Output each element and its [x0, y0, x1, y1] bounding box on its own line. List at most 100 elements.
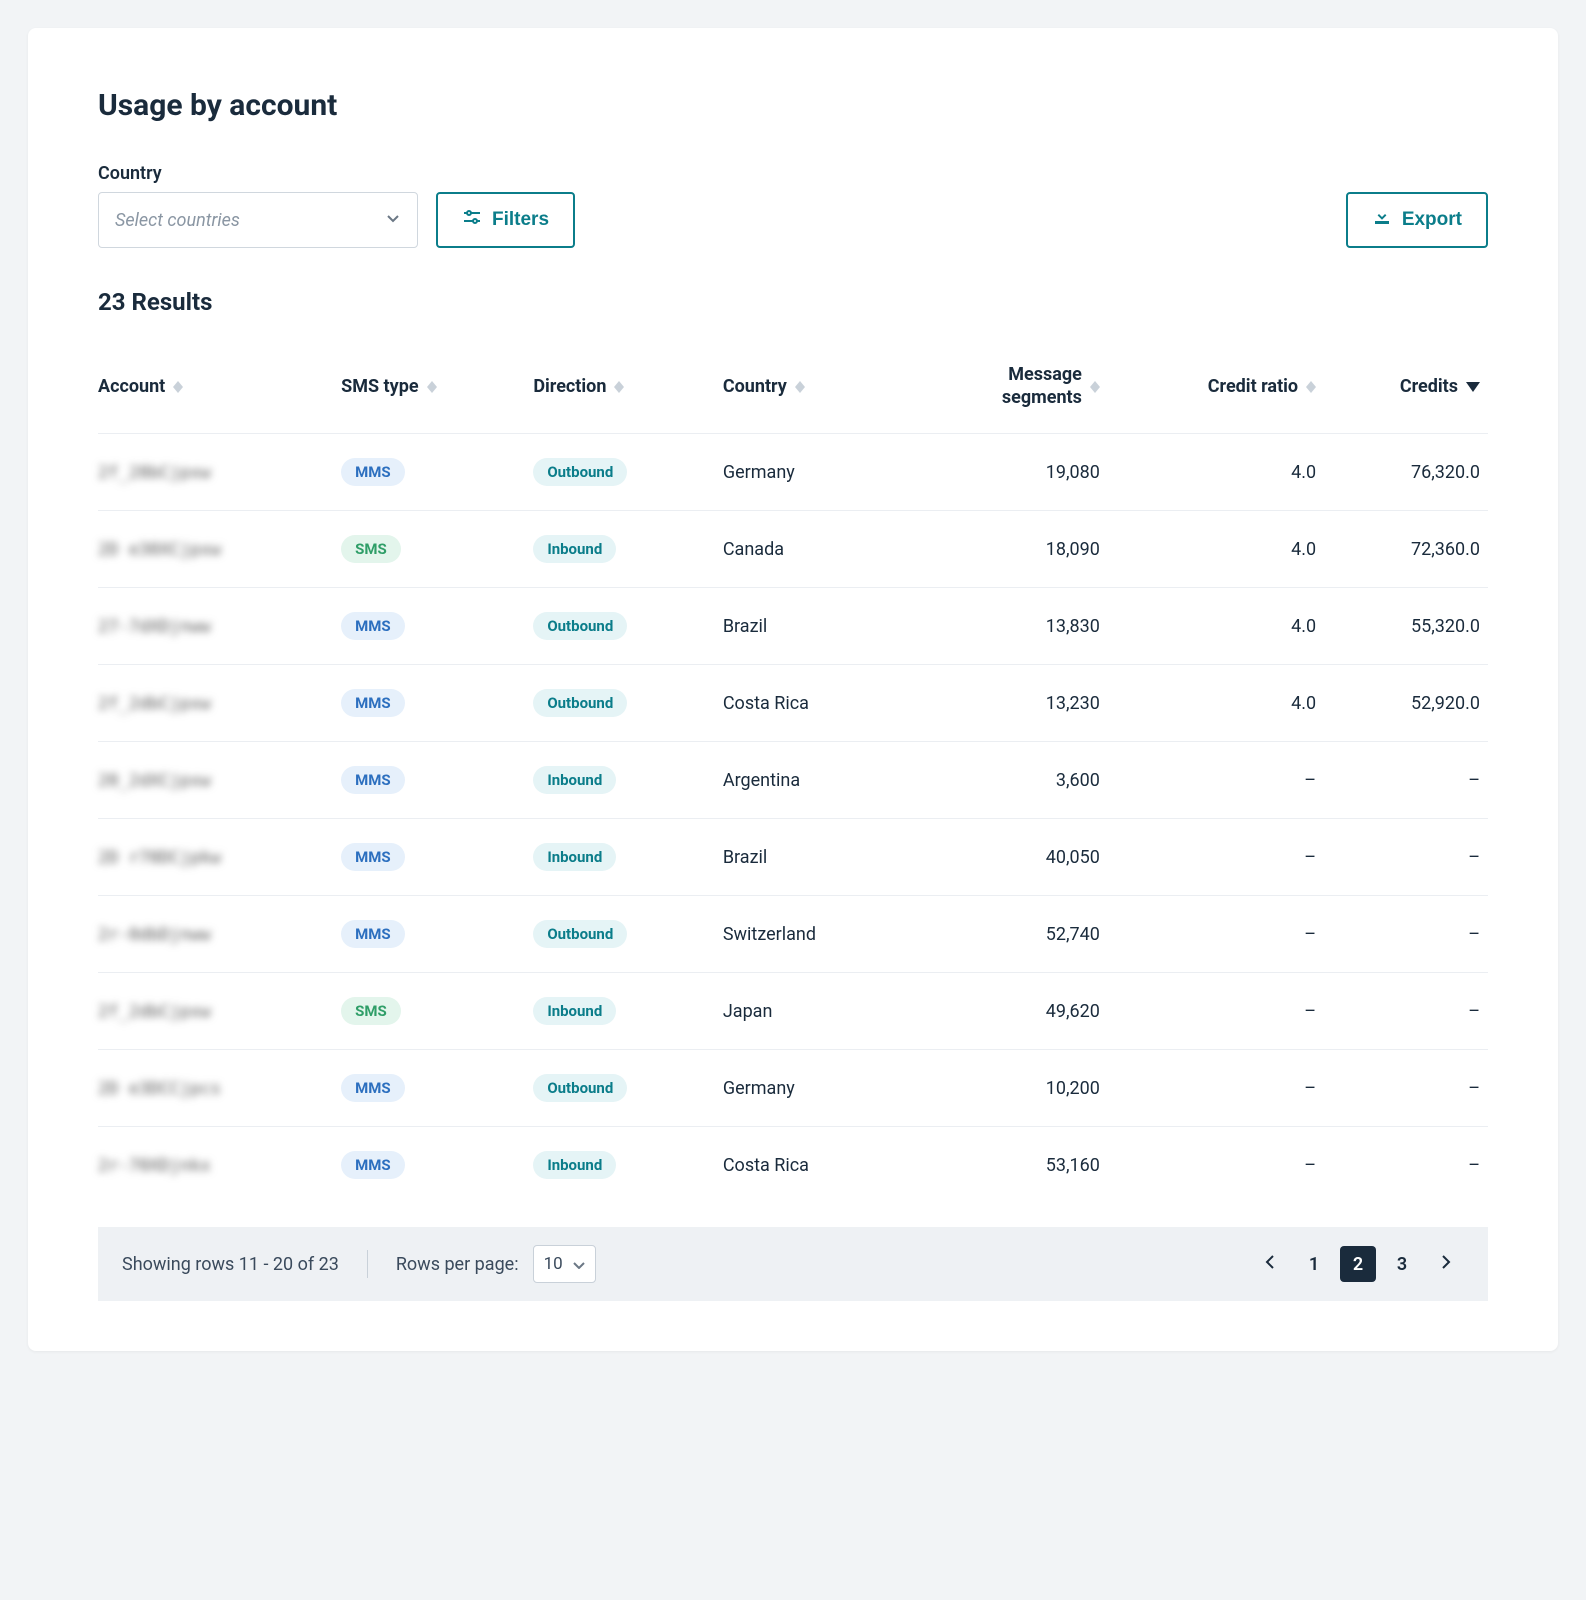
cell-direction: Outbound — [533, 588, 723, 665]
chevron-right-icon — [1441, 1254, 1451, 1275]
divider — [367, 1250, 368, 1278]
col-message-segments[interactable]: Messagesegments — [911, 340, 1108, 434]
cell-country: Switzerland — [723, 896, 911, 973]
sliders-icon — [462, 207, 482, 233]
direction-badge: Inbound — [533, 997, 616, 1025]
col-country[interactable]: Country — [723, 340, 911, 434]
cell-credits: 55,320.0 — [1324, 588, 1488, 665]
sms-type-badge: SMS — [341, 535, 401, 563]
cell-country: Brazil — [723, 819, 911, 896]
sort-icon — [1090, 381, 1100, 393]
cell-sms-type: MMS — [341, 1050, 533, 1127]
col-direction[interactable]: Direction — [533, 340, 723, 434]
table-row: 2r-0dbDjnwwMMSOutboundSwitzerland52,740–… — [98, 896, 1488, 973]
cell-sms-type: MMS — [341, 819, 533, 896]
cell-country: Japan — [723, 973, 911, 1050]
cell-sms-type: MMS — [341, 665, 533, 742]
cell-credits: 76,320.0 — [1324, 434, 1488, 511]
cell-credit-ratio: 4.0 — [1108, 434, 1324, 511]
pager-page-1[interactable]: 1 — [1296, 1246, 1332, 1282]
col-credits[interactable]: Credits — [1324, 340, 1488, 434]
table-row: 2f_2dbCjpxwSMSInboundJapan49,620–– — [98, 973, 1488, 1050]
account-id: 20_2dXCjpxw — [98, 771, 211, 791]
sort-icon — [427, 381, 437, 393]
col-account[interactable]: Account — [98, 340, 341, 434]
cell-account: 2D r70DCjpkw — [98, 819, 341, 896]
country-placeholder: Select countries — [115, 210, 240, 231]
export-label: Export — [1402, 209, 1462, 231]
col-sms-type[interactable]: SMS type — [341, 340, 533, 434]
cell-sms-type: MMS — [341, 434, 533, 511]
cell-message-segments: 49,620 — [911, 973, 1108, 1050]
cell-country: Costa Rica — [723, 1127, 911, 1204]
cell-credits: – — [1324, 742, 1488, 819]
cell-message-segments: 53,160 — [911, 1127, 1108, 1204]
direction-badge: Outbound — [533, 689, 627, 717]
sms-type-badge: MMS — [341, 920, 405, 948]
cell-country: Brazil — [723, 588, 911, 665]
cell-direction: Inbound — [533, 511, 723, 588]
sms-type-badge: SMS — [341, 997, 401, 1025]
cell-sms-type: MMS — [341, 896, 533, 973]
controls-row: Country Select countries Filters — [98, 163, 1488, 248]
cell-credit-ratio: – — [1108, 1127, 1324, 1204]
sort-icon — [1306, 381, 1316, 393]
rows-per-page-select[interactable]: 10 — [533, 1245, 596, 1283]
cell-sms-type: MMS — [341, 742, 533, 819]
pager-page-2[interactable]: 2 — [1340, 1246, 1376, 1282]
chevron-down-icon — [573, 1254, 585, 1274]
cell-credit-ratio: 4.0 — [1108, 665, 1324, 742]
cell-message-segments: 52,740 — [911, 896, 1108, 973]
cell-message-segments: 40,050 — [911, 819, 1108, 896]
table-header-row: Account SMS type — [98, 340, 1488, 434]
pager-next[interactable] — [1428, 1246, 1464, 1282]
sort-icon — [614, 381, 624, 393]
cell-credit-ratio: – — [1108, 1050, 1324, 1127]
sort-desc-icon — [1466, 376, 1480, 397]
pager-page-3[interactable]: 3 — [1384, 1246, 1420, 1282]
account-id: 2D r70DCjpkw — [98, 848, 221, 868]
account-id: 2D e30XCjpxw — [98, 540, 221, 560]
cell-account: 2D e30XCjpxw — [98, 511, 341, 588]
cell-country: Costa Rica — [723, 665, 911, 742]
direction-badge: Inbound — [533, 843, 616, 871]
direction-badge: Inbound — [533, 766, 616, 794]
chevron-down-icon — [385, 210, 401, 230]
country-field-group: Country Select countries — [98, 163, 418, 248]
cell-credits: 52,920.0 — [1324, 665, 1488, 742]
country-select[interactable]: Select countries — [98, 192, 418, 248]
cell-direction: Inbound — [533, 973, 723, 1050]
cell-credit-ratio: – — [1108, 742, 1324, 819]
cell-account: 2r-70XDjnkx — [98, 1127, 341, 1204]
account-id: 2f_2dbCjpxw — [98, 694, 211, 714]
table-row: 2D r70DCjpkwMMSInboundBrazil40,050–– — [98, 819, 1488, 896]
cell-message-segments: 10,200 — [911, 1050, 1108, 1127]
rows-per-page-value: 10 — [544, 1254, 563, 1274]
sms-type-badge: MMS — [341, 766, 405, 794]
direction-badge: Outbound — [533, 612, 627, 640]
cell-sms-type: MMS — [341, 1127, 533, 1204]
chevron-left-icon — [1265, 1254, 1275, 1275]
table-row: 2D e3DCCjpcsMMSOutboundGermany10,200–– — [98, 1050, 1488, 1127]
sms-type-badge: MMS — [341, 1151, 405, 1179]
download-icon — [1372, 207, 1392, 233]
cell-sms-type: SMS — [341, 511, 533, 588]
cell-credit-ratio: 4.0 — [1108, 588, 1324, 665]
table-wrap: Account SMS type — [98, 340, 1488, 1203]
export-button[interactable]: Export — [1346, 192, 1488, 248]
direction-badge: Outbound — [533, 1074, 627, 1102]
direction-badge: Inbound — [533, 535, 616, 563]
filters-button[interactable]: Filters — [436, 192, 575, 248]
cell-direction: Outbound — [533, 896, 723, 973]
direction-badge: Outbound — [533, 920, 627, 948]
direction-badge: Inbound — [533, 1151, 616, 1179]
direction-badge: Outbound — [533, 458, 627, 486]
pager: 123 — [1252, 1246, 1464, 1282]
col-credit-ratio[interactable]: Credit ratio — [1108, 340, 1324, 434]
cell-message-segments: 3,600 — [911, 742, 1108, 819]
usage-card: Usage by account Country Select countrie… — [28, 28, 1558, 1351]
sort-icon — [795, 381, 805, 393]
usage-table: Account SMS type — [98, 340, 1488, 1203]
pager-prev[interactable] — [1252, 1246, 1288, 1282]
account-id: 27-7dXDjnww — [98, 617, 211, 637]
